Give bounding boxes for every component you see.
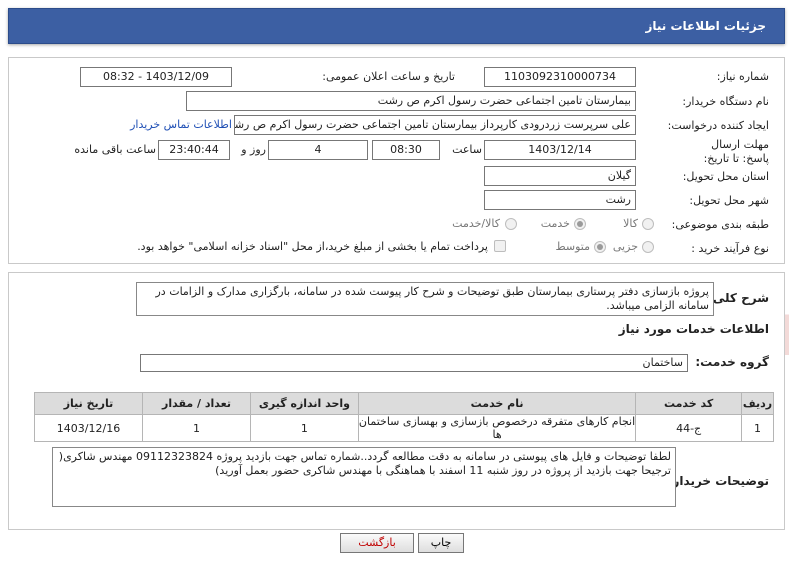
- cell-service-name: انجام کارهای متفرقه درخصوص بازسازی و بهس…: [357, 414, 637, 442]
- description-textarea: پروژه بازسازی دفتر پرستاری بیمارستان طبق…: [136, 282, 714, 316]
- print-button[interactable]: چاپ: [418, 533, 464, 553]
- col-header-unit: واحد اندازه گیری: [249, 392, 359, 415]
- col-header-quantity: تعداد / مقدار: [142, 392, 251, 415]
- city-label: شهر محل تحویل:: [689, 194, 769, 207]
- cell-need-date: 1403/12/16: [34, 414, 143, 442]
- table-row: 1 ج-44 انجام کارهای متفرقه درخصوص بازساز…: [34, 414, 774, 442]
- buyer-contact-link[interactable]: اطلاعات تماس خریدار: [124, 118, 232, 131]
- buyer-org-label: نام دستگاه خریدار:: [682, 95, 769, 108]
- need-number-label: شماره نیاز:: [716, 70, 769, 83]
- deadline-date-field: 1403/12/14: [484, 140, 636, 160]
- col-header-need-date: تاریخ نیاز: [34, 392, 143, 415]
- process-minor-radio[interactable]: [642, 241, 654, 253]
- need-info-panel: [8, 57, 785, 264]
- process-type-label: نوع فرآیند خرید :: [691, 242, 769, 255]
- cell-quantity: 1: [142, 414, 251, 442]
- province-field: گیلان: [484, 166, 636, 186]
- remaining-days-field: 4: [268, 140, 368, 160]
- service-group-field: ساختمان: [140, 354, 688, 372]
- col-header-service-name: نام خدمت: [357, 392, 637, 415]
- need-number-field: 1103092310000734: [484, 67, 636, 87]
- cell-unit: 1: [249, 414, 359, 442]
- treasury-payment-checkbox[interactable]: [494, 240, 506, 252]
- back-button[interactable]: بازگشت: [340, 533, 414, 553]
- deadline-label: مهلت ارسال پاسخ: تا تاریخ:: [703, 138, 769, 165]
- city-field: رشت: [484, 190, 636, 210]
- deadline-time-field: 08:30: [372, 140, 440, 160]
- province-label: استان محل تحویل:: [682, 170, 769, 183]
- deadline-time-label: ساعت: [452, 143, 482, 156]
- buyer-org-field: بیمارستان تامین اجتماعی حضرت رسول اکرم ص…: [186, 91, 636, 111]
- col-header-service-code: کد خدمت: [635, 392, 743, 415]
- announce-date-field: 1403/12/09 - 08:32: [80, 67, 232, 87]
- cell-row-number: 1: [741, 414, 774, 442]
- remaining-time-field: 23:40:44: [158, 140, 230, 160]
- requester-field: علی سرپرست زردرودی کارپرداز بیمارستان تا…: [234, 115, 636, 135]
- page-title-bar: جزئیات اطلاعات نیاز: [8, 8, 785, 44]
- category-service-label: خدمت: [540, 217, 570, 230]
- category-label: طبقه بندی موضوعی:: [671, 218, 769, 231]
- days-label: روز و: [241, 143, 266, 156]
- cell-service-code: ج-44: [635, 414, 743, 442]
- category-goods-service-label: کالا/خدمت: [452, 217, 500, 230]
- col-header-row-number: ردیف: [741, 392, 774, 415]
- buyer-notes-textarea: لطفا توضیحات و فایل های پیوستی در سامانه…: [52, 447, 676, 507]
- category-service-radio[interactable]: [574, 218, 586, 230]
- requester-label: ایجاد کننده درخواست:: [667, 119, 769, 132]
- process-medium-radio[interactable]: [594, 241, 606, 253]
- services-section-title: اطلاعات خدمات مورد نیاز: [618, 322, 769, 336]
- service-group-label: گروه خدمت:: [695, 355, 769, 369]
- buyer-notes-label: توضیحات خریدار:: [667, 474, 769, 488]
- services-table-header-row: ردیف کد خدمت نام خدمت واحد اندازه گیری ت…: [34, 392, 774, 415]
- page-title: جزئیات اطلاعات نیاز: [645, 19, 766, 33]
- announce-date-label: تاریخ و ساعت اعلان عمومی:: [322, 70, 455, 83]
- process-medium-label: متوسط: [555, 240, 590, 253]
- category-goods-radio[interactable]: [642, 218, 654, 230]
- process-minor-label: جزیی: [612, 240, 638, 253]
- category-goods-label: کالا: [623, 217, 638, 230]
- services-table: ردیف کد خدمت نام خدمت واحد اندازه گیری ت…: [34, 392, 774, 442]
- treasury-payment-note: پرداخت تمام یا بخشی از مبلغ خرید،از محل …: [137, 240, 488, 253]
- category-goods-service-radio[interactable]: [505, 218, 517, 230]
- remaining-label: ساعت باقی مانده: [74, 143, 156, 156]
